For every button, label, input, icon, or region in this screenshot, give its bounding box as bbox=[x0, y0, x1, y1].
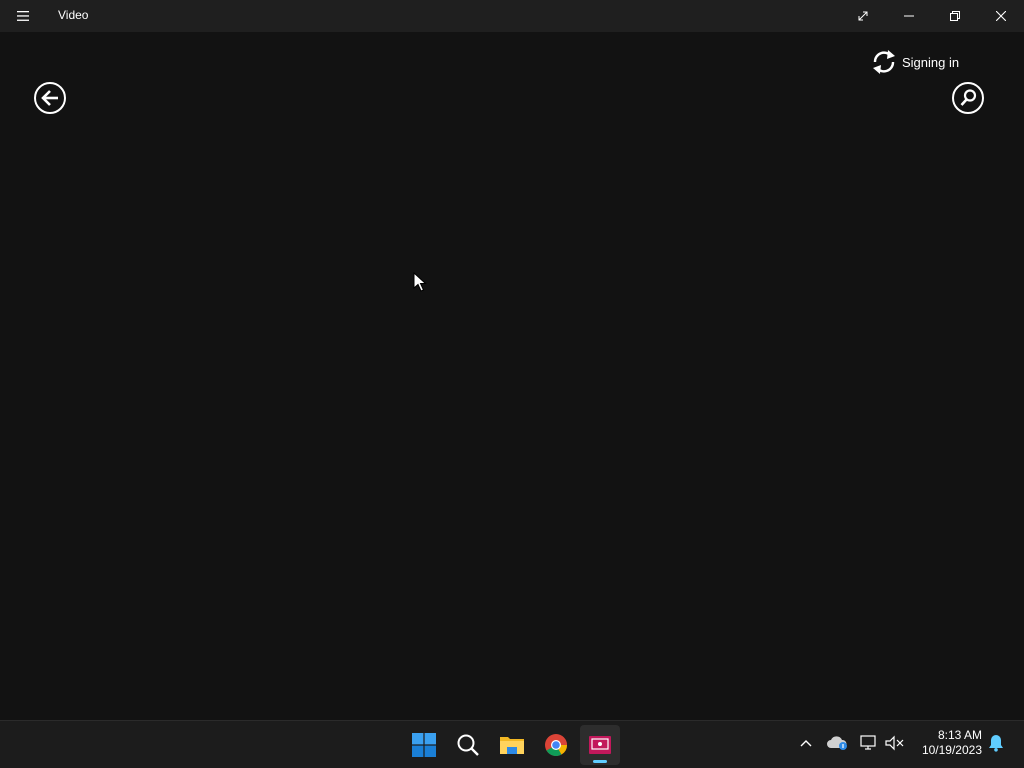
restore-button[interactable] bbox=[932, 0, 978, 32]
onedrive-tray-button[interactable] bbox=[826, 732, 848, 754]
back-button[interactable] bbox=[34, 82, 66, 114]
windows-logo-icon bbox=[412, 733, 436, 757]
close-icon bbox=[996, 11, 1006, 21]
back-arrow-icon bbox=[34, 82, 66, 114]
show-hidden-icons-button[interactable] bbox=[795, 732, 817, 754]
video-app-button[interactable] bbox=[580, 725, 620, 765]
restore-icon bbox=[950, 11, 960, 21]
close-button[interactable] bbox=[978, 0, 1024, 32]
search-icon bbox=[952, 82, 984, 114]
active-app-indicator bbox=[593, 760, 607, 763]
start-button[interactable] bbox=[404, 725, 444, 765]
taskbar-search-button[interactable] bbox=[448, 725, 488, 765]
hamburger-menu-button[interactable] bbox=[0, 0, 46, 32]
fullscreen-button[interactable] bbox=[840, 0, 886, 32]
title-bar: Video bbox=[0, 0, 1024, 32]
expand-icon bbox=[858, 11, 868, 21]
chrome-button[interactable] bbox=[536, 725, 576, 765]
taskbar-clock[interactable]: 8:13 AM 10/19/2023 bbox=[912, 728, 982, 758]
signin-label: Signing in bbox=[902, 54, 960, 70]
search-button[interactable] bbox=[952, 82, 984, 114]
network-icon bbox=[860, 735, 876, 750]
volume-muted-icon bbox=[885, 735, 904, 751]
notifications-button[interactable] bbox=[985, 732, 1007, 754]
folder-icon bbox=[500, 737, 524, 754]
signin-status[interactable]: Signing in bbox=[870, 46, 959, 78]
chevron-up-icon bbox=[800, 740, 812, 747]
magnifier-icon bbox=[457, 734, 479, 756]
window-title: Video bbox=[58, 8, 89, 22]
sync-icon bbox=[873, 50, 895, 74]
minimize-button[interactable] bbox=[886, 0, 932, 32]
cloud-icon bbox=[827, 736, 847, 750]
volume-tray-button[interactable] bbox=[884, 732, 906, 754]
hamburger-icon bbox=[17, 11, 29, 21]
chrome-icon bbox=[545, 734, 567, 756]
clock-date: 10/19/2023 bbox=[921, 743, 982, 757]
network-tray-button[interactable] bbox=[858, 732, 880, 754]
clock-time: 8:13 AM bbox=[937, 728, 982, 742]
bell-icon bbox=[989, 735, 1003, 752]
video-app-icon bbox=[589, 736, 611, 754]
minimize-icon bbox=[904, 15, 914, 17]
mouse-cursor bbox=[413, 271, 427, 292]
file-explorer-button[interactable] bbox=[492, 725, 532, 765]
video-app-window: Video Signing in bbox=[0, 0, 1024, 720]
pointer-icon bbox=[413, 271, 427, 292]
